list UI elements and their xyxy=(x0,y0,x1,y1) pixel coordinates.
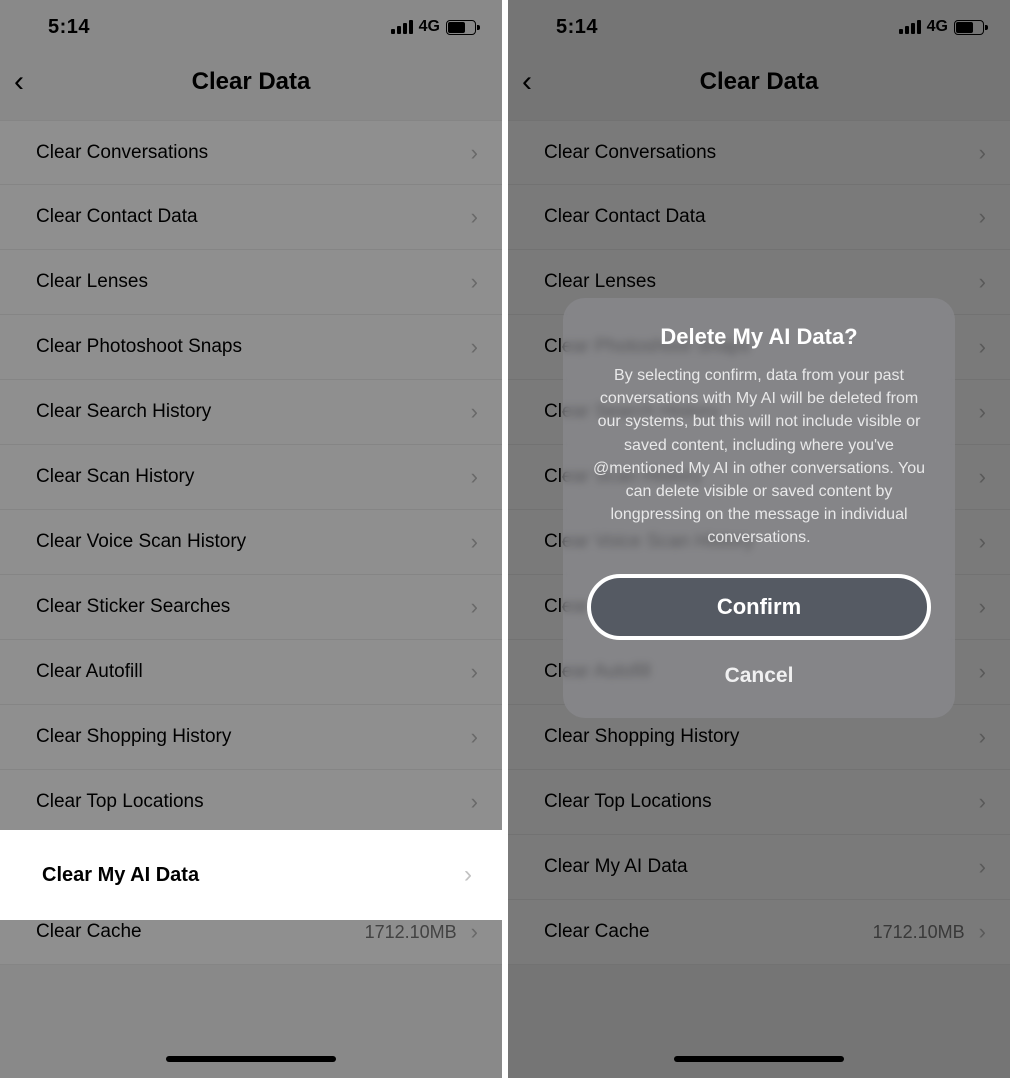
row-clear-photoshoot-snaps[interactable]: Clear Photoshoot Snaps› xyxy=(0,315,502,380)
confirm-button[interactable]: Confirm xyxy=(587,574,931,640)
status-time: 5:14 xyxy=(556,16,598,39)
chevron-right-icon: › xyxy=(464,861,472,889)
nav-header: ‹ Clear Data xyxy=(0,54,502,110)
page-title: Clear Data xyxy=(0,68,502,96)
chevron-right-icon: › xyxy=(979,269,986,295)
chevron-right-icon: › xyxy=(979,529,986,555)
cellular-signal-icon xyxy=(899,20,921,34)
chevron-right-icon: › xyxy=(471,140,478,166)
row-clear-top-locations[interactable]: Clear Top Locations› xyxy=(0,770,502,835)
back-icon[interactable]: ‹ xyxy=(14,65,24,99)
home-indicator xyxy=(166,1056,336,1062)
cache-size: 1712.10MB xyxy=(365,922,457,943)
chevron-right-icon: › xyxy=(979,594,986,620)
row-clear-search-history[interactable]: Clear Search History› xyxy=(0,380,502,445)
nav-header: ‹ Clear Data xyxy=(508,54,1010,110)
chevron-right-icon: › xyxy=(979,399,986,425)
chevron-right-icon: › xyxy=(471,919,478,945)
chevron-right-icon: › xyxy=(979,659,986,685)
row-clear-contact-data[interactable]: Clear Contact Data› xyxy=(508,185,1010,250)
network-label: 4G xyxy=(419,18,440,36)
dialog-title: Delete My AI Data? xyxy=(587,324,931,350)
cellular-signal-icon xyxy=(391,20,413,34)
row-clear-conversations[interactable]: Clear Conversations› xyxy=(0,120,502,185)
chevron-right-icon: › xyxy=(471,464,478,490)
row-clear-top-locations[interactable]: Clear Top Locations› xyxy=(508,770,1010,835)
row-clear-lenses[interactable]: Clear Lenses› xyxy=(0,250,502,315)
delete-my-ai-data-dialog: Delete My AI Data? By selecting confirm,… xyxy=(563,298,955,718)
status-time: 5:14 xyxy=(48,16,90,39)
chevron-right-icon: › xyxy=(471,529,478,555)
phone-left: 5:14 4G ‹ Clear Data Clear Conversations… xyxy=(0,0,502,1078)
status-bar: 5:14 4G xyxy=(508,0,1010,54)
row-clear-my-ai-data[interactable]: Clear My AI Data› xyxy=(508,835,1010,900)
cancel-button[interactable]: Cancel xyxy=(587,654,931,690)
row-clear-sticker-searches[interactable]: Clear Sticker Searches› xyxy=(0,575,502,640)
chevron-right-icon: › xyxy=(979,724,986,750)
chevron-right-icon: › xyxy=(471,269,478,295)
row-clear-shopping-history[interactable]: Clear Shopping History› xyxy=(0,705,502,770)
row-clear-conversations[interactable]: Clear Conversations› xyxy=(508,120,1010,185)
chevron-right-icon: › xyxy=(471,334,478,360)
highlight-clear-my-ai-data[interactable]: Clear My AI Data › xyxy=(0,830,502,920)
chevron-right-icon: › xyxy=(979,464,986,490)
chevron-right-icon: › xyxy=(471,789,478,815)
cache-size: 1712.10MB xyxy=(873,922,965,943)
chevron-right-icon: › xyxy=(471,724,478,750)
chevron-right-icon: › xyxy=(471,594,478,620)
row-clear-contact-data[interactable]: Clear Contact Data› xyxy=(0,185,502,250)
battery-icon xyxy=(954,20,984,35)
chevron-right-icon: › xyxy=(979,854,986,880)
chevron-right-icon: › xyxy=(979,204,986,230)
row-clear-voice-scan-history[interactable]: Clear Voice Scan History› xyxy=(0,510,502,575)
chevron-right-icon: › xyxy=(979,140,986,166)
dialog-body: By selecting confirm, data from your pas… xyxy=(587,364,931,550)
chevron-right-icon: › xyxy=(471,659,478,685)
chevron-right-icon: › xyxy=(471,204,478,230)
home-indicator xyxy=(674,1056,844,1062)
row-clear-cache[interactable]: Clear Cache1712.10MB› xyxy=(508,900,1010,965)
chevron-right-icon: › xyxy=(979,334,986,360)
chevron-right-icon: › xyxy=(979,919,986,945)
chevron-right-icon: › xyxy=(979,789,986,815)
status-bar: 5:14 4G xyxy=(0,0,502,54)
battery-icon xyxy=(446,20,476,35)
highlight-label: Clear My AI Data xyxy=(42,864,464,887)
phone-right: 5:14 4G ‹ Clear Data Clear Conversations… xyxy=(508,0,1010,1078)
page-title: Clear Data xyxy=(508,68,1010,96)
chevron-right-icon: › xyxy=(471,399,478,425)
back-icon[interactable]: ‹ xyxy=(522,65,532,99)
row-clear-autofill[interactable]: Clear Autofill› xyxy=(0,640,502,705)
network-label: 4G xyxy=(927,18,948,36)
row-clear-scan-history[interactable]: Clear Scan History› xyxy=(0,445,502,510)
